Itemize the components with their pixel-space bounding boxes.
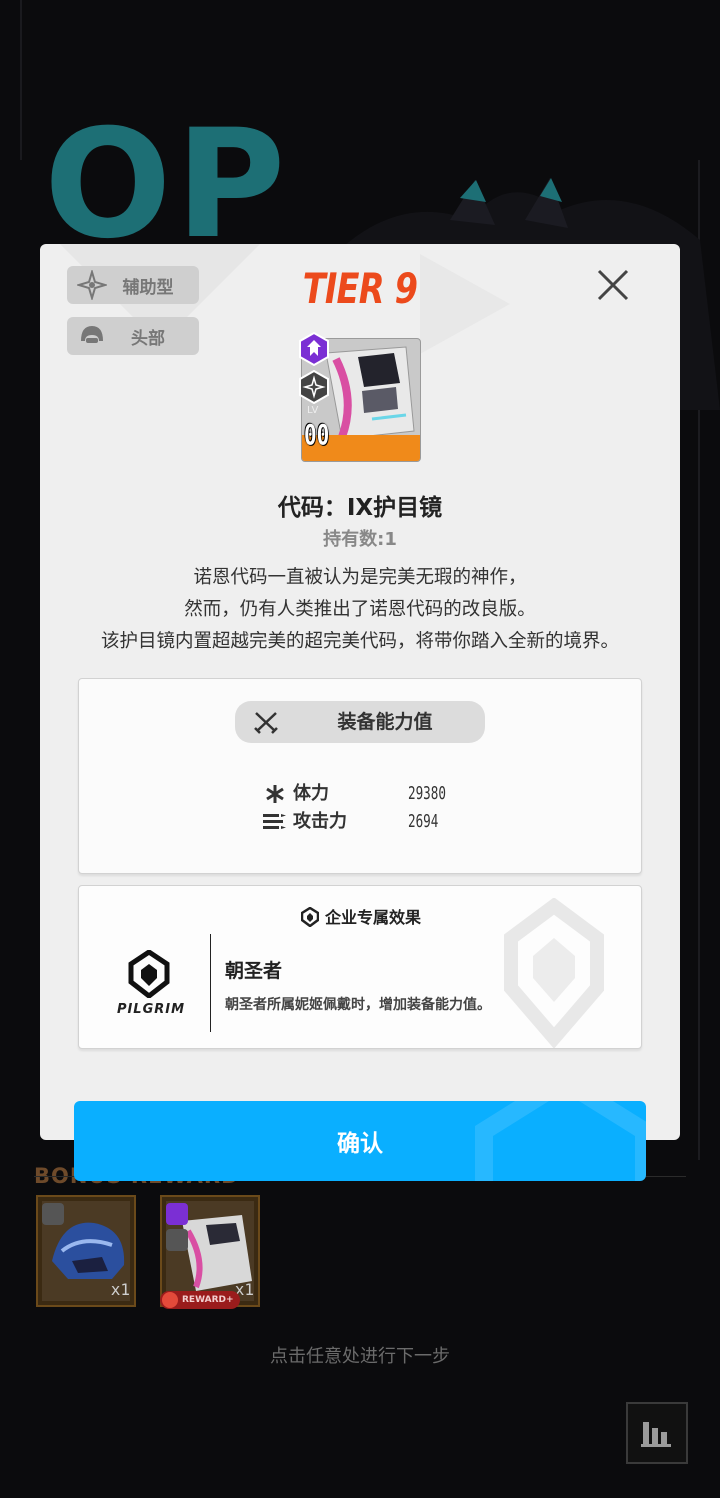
class-badge-icon [166,1229,188,1251]
stat-name: 体力 [293,783,329,804]
effect-divider [210,934,211,1032]
stat-value: 29380 [408,783,446,804]
attack-icon [263,814,286,829]
effect-description: 朝圣者所属妮姬佩戴时，增加装备能力值。 [225,997,491,1013]
slot-tag-label: 头部 [131,328,165,349]
close-button[interactable] [596,268,630,302]
description-line: 该护目镜内置超越完美的超完美代码，将带你踏入全新的境界。 [100,631,619,652]
close-icon [597,269,629,301]
support-class-icon [77,270,107,300]
reward-qty: x1 [110,1280,130,1299]
background-frame-line [20,0,22,160]
stat-row-hp: 体力 29380 [263,781,483,807]
item-name: 代码：IX护目镜 [277,495,443,521]
item-description: 诺恩代码一直被认为是完美无瑕的神作， 然而，仍有人类推出了诺恩代码的改良版。 该… [40,562,680,658]
class-badge-icon [42,1203,64,1225]
reward-plus-tag: REWARD+ [160,1291,240,1309]
effect-title: 朝圣者 [225,960,283,982]
rarity-badge-icon [166,1203,188,1225]
background-title-letters: OP [44,98,290,272]
reward-item-1[interactable]: x1 [36,1195,136,1307]
stats-panel: 装备能力值 体力 29380 攻击力 2694 [78,678,642,874]
stat-name: 攻击力 [293,811,347,832]
company-effect-header-label: 企业专属效果 [324,908,421,927]
pilgrim-small-icon [300,907,319,927]
bar-chart-icon [641,1422,671,1447]
company-name: PILGRIM [116,1002,186,1017]
stats-header: 装备能力值 [235,701,485,743]
stat-value: 2694 [408,811,439,832]
button-decoration [475,1101,646,1181]
hp-icon [266,785,284,803]
crossed-swords-icon [254,712,278,734]
stats-header-label: 装备能力值 [337,711,433,733]
description-line: 然而，仍有人类推出了诺恩代码的改良版。 [184,599,536,620]
rarity-badge-icon [299,332,329,366]
statistics-button[interactable] [626,1402,688,1464]
owned-count: 持有数:1 [323,529,397,550]
slot-tag: 头部 [67,317,199,355]
class-badge-icon [299,370,329,404]
pilgrim-logo-icon [128,950,170,998]
level-value: 00 [304,418,330,451]
company-effect-panel: 企业专属效果 PILGRIM 朝圣者 朝圣者所属妮姬佩戴时，增加装备能力值。 [78,885,642,1049]
tier-title: TIER 9 [302,264,418,313]
reward-item-2[interactable]: x1 REWARD+ [160,1195,260,1309]
continue-hint[interactable]: 点击任意处进行下一步 [0,1342,720,1368]
confirm-button[interactable]: 确认 [74,1101,646,1181]
helmet-icon [81,326,103,343]
description-line: 诺恩代码一直被认为是完美无瑕的神作， [193,567,527,588]
level-label: LV [307,405,319,416]
stat-row-attack: 攻击力 2694 [263,809,483,835]
confirm-button-label: 确认 [337,1131,383,1157]
company-effect-header: 企业专属效果 [79,904,641,928]
equipment-detail-modal: 辅助型 头部 TIER 9 LV 00 代码：IX护目镜 持有数:1 诺恩代码一… [40,244,680,1140]
